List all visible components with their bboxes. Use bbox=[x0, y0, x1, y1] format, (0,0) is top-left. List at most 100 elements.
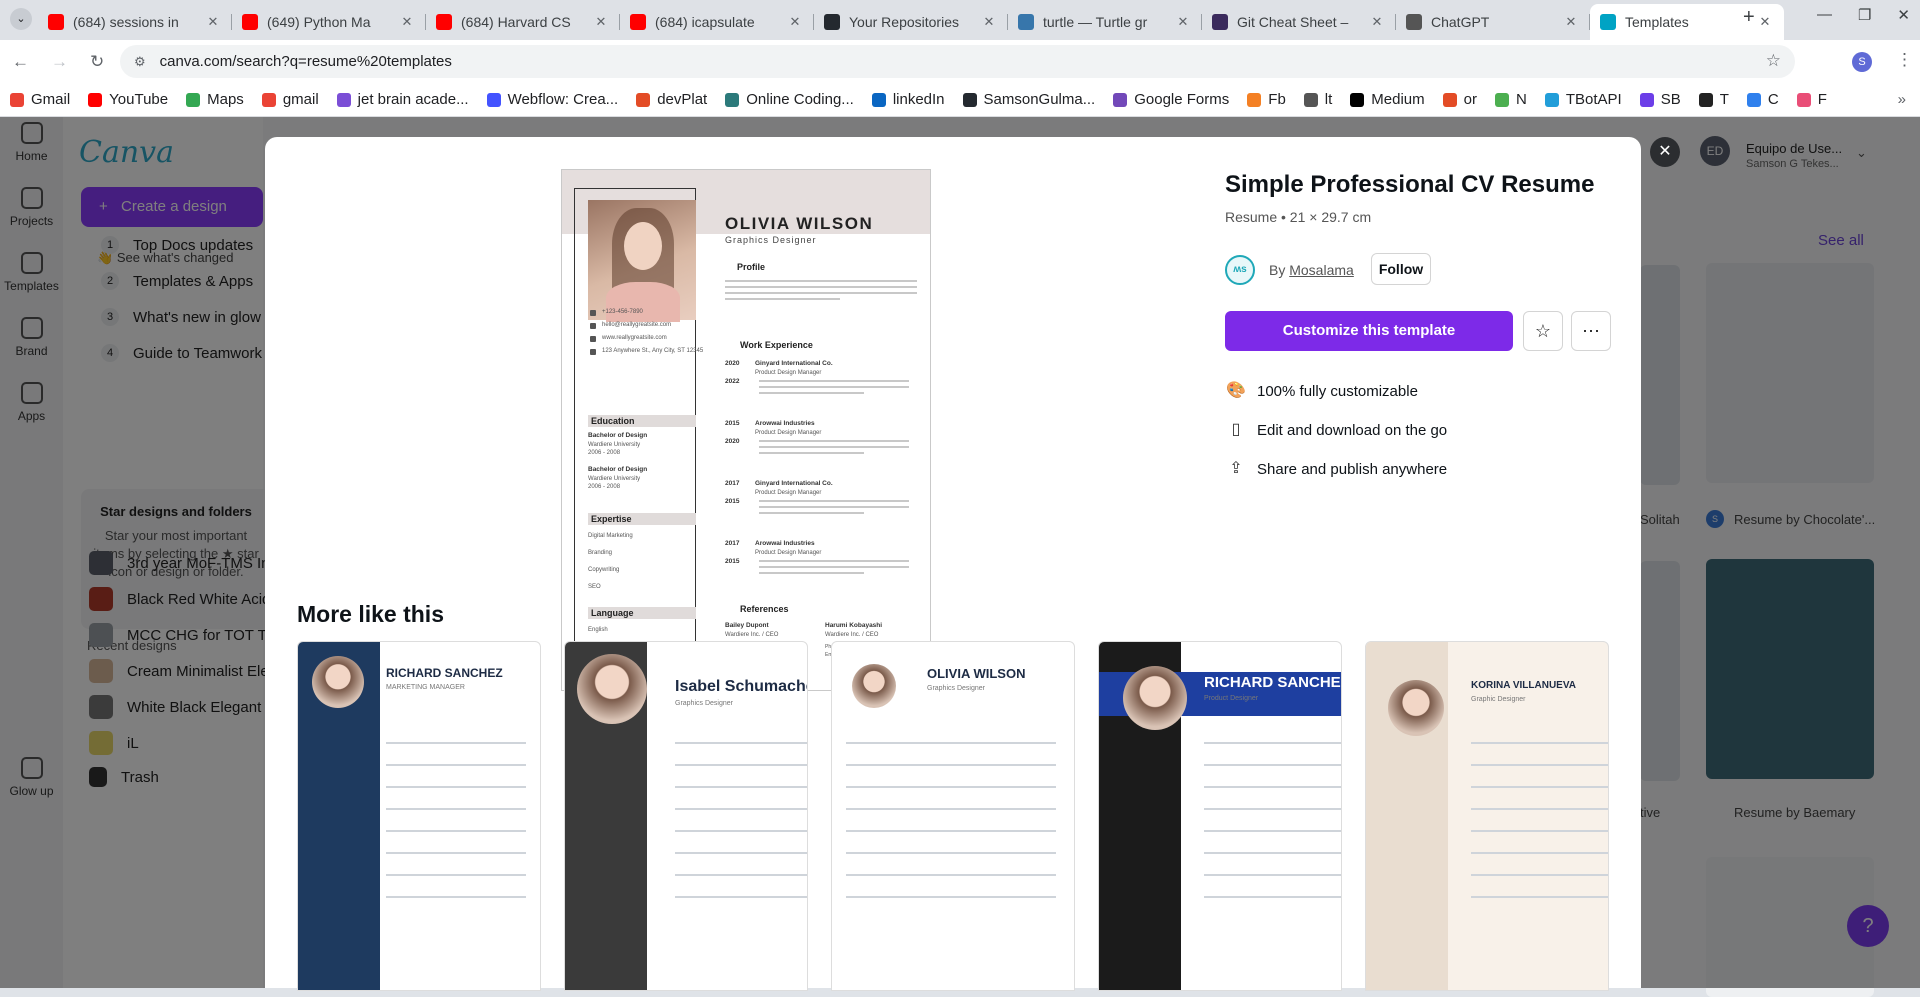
bookmark-item[interactable]: Gmail bbox=[10, 91, 70, 108]
tab--649-python-ma[interactable]: (649) Python Ma ✕ bbox=[232, 6, 426, 38]
bookmark-label: Maps bbox=[207, 91, 244, 108]
profile-avatar[interactable]: S bbox=[1852, 52, 1872, 72]
template-card[interactable]: KORINA VILLANUEVA Graphic Designer bbox=[1365, 641, 1609, 991]
job-from: 2017 bbox=[725, 480, 740, 487]
template-card[interactable]: RICHARD SANCHEZ MARKETING MANAGER bbox=[297, 641, 541, 991]
bookmark-item[interactable]: Maps bbox=[186, 91, 244, 108]
expertise-heading: Expertise bbox=[588, 513, 696, 525]
youtube-icon bbox=[436, 14, 452, 30]
bookmark-label: N bbox=[1516, 91, 1527, 108]
template-card[interactable]: RICHARD SANCHEZ Product Designer bbox=[1098, 641, 1342, 991]
tab-git-cheat-sheet-[interactable]: Git Cheat Sheet – ✕ bbox=[1202, 6, 1396, 38]
tab-search-icon[interactable]: ⌄ bbox=[10, 8, 32, 30]
reload-icon[interactable]: ↻ bbox=[90, 52, 104, 72]
close-tab-icon[interactable]: ✕ bbox=[1368, 14, 1386, 30]
follow-button[interactable]: Follow bbox=[1371, 253, 1431, 285]
customize-template-button[interactable]: Customize this template bbox=[1225, 311, 1513, 351]
close-tab-icon[interactable]: ✕ bbox=[592, 14, 610, 30]
star-icon[interactable]: ☆ bbox=[1523, 311, 1563, 351]
bookmark-item[interactable]: SB bbox=[1639, 91, 1681, 108]
template-card[interactable]: OLIVIA WILSON Graphics Designer bbox=[831, 641, 1075, 991]
bookmark-item[interactable]: linkedIn bbox=[871, 91, 945, 108]
close-tab-icon[interactable]: ✕ bbox=[1562, 14, 1580, 30]
close-tab-icon[interactable]: ✕ bbox=[1174, 14, 1192, 30]
card-photo bbox=[1388, 680, 1444, 736]
preview-role: Graphics Designer bbox=[725, 235, 817, 245]
card-text-line bbox=[846, 874, 1056, 876]
close-window-icon[interactable]: ✕ bbox=[1897, 6, 1910, 24]
tab--684-harvard-cs[interactable]: (684) Harvard CS ✕ bbox=[426, 6, 620, 38]
bookmark-item[interactable]: Online Coding... bbox=[725, 91, 854, 108]
job-role: Product Design Manager bbox=[755, 370, 822, 376]
author-avatar[interactable]: ʍs bbox=[1225, 255, 1255, 285]
tab-templates[interactable]: Templates ✕ bbox=[1590, 4, 1784, 40]
card-name: RICHARD SANCHEZ bbox=[1204, 674, 1342, 691]
site-info-icon[interactable]: ⚙ bbox=[134, 54, 146, 70]
edu-degree: Bachelor of Design bbox=[588, 466, 648, 473]
bookmark-item[interactable]: lt bbox=[1303, 91, 1332, 108]
close-tab-icon[interactable]: ✕ bbox=[786, 14, 804, 30]
card-text-line bbox=[846, 808, 1056, 810]
back-icon[interactable]: ← bbox=[12, 52, 29, 72]
references-heading: References bbox=[740, 604, 789, 614]
bookmark-item[interactable]: T bbox=[1698, 91, 1729, 108]
new-tab-icon[interactable]: + bbox=[1743, 6, 1755, 29]
url-input[interactable]: ⚙ canva.com/search?q=resume%20templates … bbox=[120, 45, 1795, 78]
bookmark-favicon-icon bbox=[88, 92, 103, 107]
youtube-icon bbox=[242, 14, 258, 30]
bookmark-item[interactable]: devPlat bbox=[636, 91, 707, 108]
reference-org: Wardiere Inc. / CEO bbox=[825, 632, 879, 638]
card-text-line bbox=[675, 874, 807, 876]
maximize-icon[interactable]: ❐ bbox=[1858, 6, 1871, 24]
card-text-line bbox=[846, 852, 1056, 854]
close-tab-icon[interactable]: ✕ bbox=[980, 14, 998, 30]
python-icon bbox=[1018, 14, 1034, 30]
browser-menu-icon[interactable]: ⋮ bbox=[1896, 50, 1913, 70]
close-tab-icon[interactable]: ✕ bbox=[1756, 14, 1774, 30]
canva-icon bbox=[1600, 14, 1616, 30]
job-to: 2015 bbox=[725, 558, 740, 565]
contact-text: hello@reallygreatsite.com bbox=[602, 322, 672, 328]
tab-chatgpt[interactable]: ChatGPT ✕ bbox=[1396, 6, 1590, 38]
bookmark-item[interactable]: gmail bbox=[261, 91, 319, 108]
more-options-icon[interactable]: ⋯ bbox=[1571, 311, 1611, 351]
bookmark-item[interactable]: C bbox=[1746, 91, 1779, 108]
bookmark-favicon-icon bbox=[1746, 92, 1761, 107]
bookmarks-overflow-icon[interactable]: » bbox=[1898, 91, 1906, 108]
tab--684-sessions-in[interactable]: (684) sessions in ✕ bbox=[38, 6, 232, 38]
work-heading: Work Experience bbox=[740, 340, 813, 350]
bookmark-item[interactable]: YouTube bbox=[88, 91, 168, 108]
template-card[interactable]: Isabel Schumacher Graphics Designer bbox=[564, 641, 808, 991]
education-heading: Education bbox=[588, 415, 696, 427]
bookmark-item[interactable]: Fb bbox=[1247, 91, 1286, 108]
tab--684-icapsulate[interactable]: (684) icapsulate ✕ bbox=[620, 6, 814, 38]
card-text-line bbox=[675, 896, 807, 898]
bookmark-label: Online Coding... bbox=[746, 91, 854, 108]
job-to: 2020 bbox=[725, 438, 740, 445]
card-text-line bbox=[846, 764, 1056, 766]
close-tab-icon[interactable]: ✕ bbox=[398, 14, 416, 30]
bookmark-item[interactable]: Google Forms bbox=[1113, 91, 1229, 108]
close-tab-icon[interactable]: ✕ bbox=[204, 14, 222, 30]
bookmark-item[interactable]: SamsonGulma... bbox=[962, 91, 1095, 108]
tab-your-repositories[interactable]: Your Repositories ✕ bbox=[814, 6, 1008, 38]
job-role: Product Design Manager bbox=[755, 550, 822, 556]
bookmark-item[interactable]: F bbox=[1796, 91, 1827, 108]
bookmark-item[interactable]: Medium bbox=[1350, 91, 1425, 108]
bookmark-item[interactable]: jet brain acade... bbox=[336, 91, 469, 108]
author-link[interactable]: Mosalama bbox=[1289, 262, 1354, 278]
card-text-line bbox=[1204, 874, 1341, 876]
template-meta: Resume • 21 × 29.7 cm bbox=[1225, 209, 1372, 225]
bookmark-item[interactable]: N bbox=[1495, 91, 1527, 108]
skill-item: Digital Marketing bbox=[588, 533, 633, 539]
skill-item: Copywriting bbox=[588, 567, 620, 573]
bookmark-item[interactable]: Webflow: Crea... bbox=[486, 91, 618, 108]
card-text-line bbox=[1204, 830, 1341, 832]
forward-icon[interactable]: → bbox=[51, 52, 68, 72]
bookmark-star-icon[interactable]: ☆ bbox=[1766, 51, 1781, 71]
minimize-icon[interactable]: — bbox=[1817, 6, 1832, 24]
bookmark-item[interactable]: TBotAPI bbox=[1544, 91, 1622, 108]
close-modal-button[interactable]: ✕ bbox=[1650, 137, 1680, 167]
tab-turtle-turtle-gr[interactable]: turtle — Turtle gr ✕ bbox=[1008, 6, 1202, 38]
bookmark-item[interactable]: or bbox=[1442, 91, 1477, 108]
